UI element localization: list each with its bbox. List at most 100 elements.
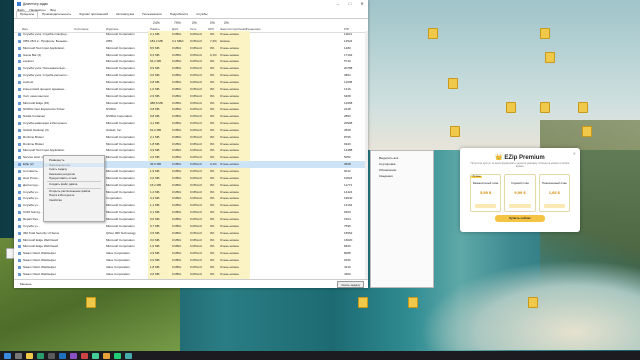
- plan-yearly[interactable]: Годовой план 9,99 $: [504, 174, 536, 212]
- process-icon: [18, 94, 21, 98]
- context-menu-item[interactable]: Создать файл дампа: [44, 182, 104, 187]
- process-icon: [18, 108, 21, 112]
- desktop-folder-icon[interactable]: [448, 78, 458, 89]
- process-row[interactable]: Steam Client WebHelper Valve Corporation 2…: [14, 271, 368, 278]
- tab-app-history[interactable]: Журнал приложений: [75, 11, 112, 18]
- buy-now-button[interactable]: Купить сейчас: [495, 215, 545, 222]
- process-icon: [18, 259, 21, 263]
- plan-name: Пожизненный план: [541, 181, 567, 185]
- context-menu-item[interactable]: Свойства: [44, 198, 104, 203]
- plan-bar: [543, 204, 565, 208]
- scrollbar[interactable]: [365, 31, 368, 279]
- process-mem: 2,6 МБ: [150, 271, 160, 276]
- plan-price: 1,69 $: [548, 190, 560, 195]
- task-manager-window: Диспетчер задач – □ ✕ Файл Параметры Вид…: [14, 0, 368, 288]
- app-icon[interactable]: [114, 352, 121, 359]
- gpu-pct: 0%: [210, 21, 215, 25]
- process-icon: [18, 231, 21, 235]
- ezip-premium-dialog: ✕ 👑 EZip Premium Получите доступ ко всем…: [460, 148, 580, 232]
- steam-icon[interactable]: [59, 352, 66, 359]
- desktop-folder-icon[interactable]: [540, 102, 550, 113]
- ezip-subtitle: Получите доступ ко всем функциям и удали…: [470, 162, 570, 168]
- process-icon: [18, 101, 21, 105]
- desktop-folder-icon[interactable]: [86, 297, 96, 308]
- process-icon: [18, 156, 21, 160]
- ezip-title: 👑 EZip Premium: [495, 155, 545, 161]
- desktop-folder-icon[interactable]: [506, 102, 516, 113]
- tab-startup[interactable]: Автозагрузка: [112, 11, 138, 18]
- best-badge: Лучшее: [471, 176, 483, 178]
- process-gpu: 0%: [210, 271, 215, 276]
- side-popup: Выделить всё Сортировка Обновление Сведе…: [370, 150, 434, 288]
- process-icon: [18, 176, 21, 180]
- plan-lifetime[interactable]: Пожизненный план 1,69 $: [538, 174, 570, 212]
- app-icon[interactable]: [103, 352, 110, 359]
- desktop-folder-icon[interactable]: [428, 28, 438, 39]
- tab-processes[interactable]: Процессы: [16, 11, 39, 18]
- process-icon: [18, 265, 21, 269]
- search-icon[interactable]: [15, 352, 22, 359]
- plan-price: 9,99 $: [514, 190, 526, 195]
- process-icon: [18, 128, 21, 132]
- process-power: Очень низкое: [220, 271, 240, 276]
- plan-bar: [509, 204, 531, 208]
- desktop-folder-icon[interactable]: [540, 28, 550, 39]
- app-icon[interactable]: [81, 352, 88, 359]
- context-menu-item[interactable]: Предоставить отзыв: [44, 176, 104, 181]
- process-icon: [18, 67, 21, 71]
- end-task-button[interactable]: Снять задачу: [337, 281, 364, 288]
- task-manager-taskbar-icon[interactable]: [125, 352, 132, 359]
- title-bar[interactable]: Диспетчер задач – □ ✕: [14, 0, 368, 7]
- minimize-button[interactable]: –: [332, 1, 344, 6]
- process-publisher: Valve Corporation: [106, 271, 130, 276]
- process-icon: [18, 135, 21, 139]
- explorer-icon[interactable]: [26, 352, 33, 359]
- process-icon: [18, 46, 21, 50]
- desktop-folder-icon[interactable]: [450, 126, 460, 137]
- task-manager-icon: [17, 1, 21, 6]
- start-icon[interactable]: [4, 352, 11, 359]
- process-icon: [18, 252, 21, 256]
- tab-users[interactable]: Пользователи: [138, 11, 166, 18]
- process-icon: [18, 149, 21, 153]
- memory-pct: 24%: [153, 21, 160, 25]
- close-button[interactable]: ✕: [356, 1, 368, 6]
- context-menu: Развернуть Переключиться Снять задачу Значе…: [43, 155, 105, 222]
- desktop-folder-icon[interactable]: [578, 102, 588, 113]
- plan-monthly[interactable]: Ежемесячный план 5,99 $: [470, 174, 502, 212]
- popup-item-info[interactable]: Сведения: [371, 173, 433, 179]
- plan-name: Ежемесячный план: [473, 181, 499, 185]
- obs-icon[interactable]: [48, 352, 55, 359]
- process-pid: 4300: [344, 271, 351, 276]
- process-icon: [18, 183, 21, 187]
- process-icon: [18, 217, 21, 221]
- desktop-folder-icon[interactable]: [545, 52, 555, 63]
- process-icon: [18, 74, 21, 78]
- app-icon[interactable]: [92, 352, 99, 359]
- process-icon: [18, 80, 21, 84]
- network-pct: 0%: [192, 21, 197, 25]
- process-icon: [18, 197, 21, 201]
- tab-details[interactable]: Подробности: [166, 11, 192, 18]
- process-name: Steam Client WebHelper: [23, 271, 56, 276]
- desktop-folder-icon[interactable]: [528, 297, 538, 308]
- desktop-folder-icon[interactable]: [358, 297, 368, 308]
- edge-icon[interactable]: [37, 352, 44, 359]
- process-disk: 0 МБ/с: [172, 271, 182, 276]
- taskbar: [0, 351, 640, 360]
- desktop-folder-icon[interactable]: [408, 297, 418, 308]
- process-icon: [18, 39, 21, 43]
- maximize-button[interactable]: □: [344, 1, 356, 6]
- tab-performance[interactable]: Производительность: [38, 11, 75, 18]
- plan-price: 5,99 $: [480, 190, 492, 195]
- plan-list: Ежемесячный план 5,99 $ Годовой план 9,9…: [470, 174, 570, 212]
- process-icon: [18, 163, 21, 167]
- tab-services[interactable]: Службы: [192, 11, 211, 18]
- process-icon: [18, 87, 21, 91]
- process-icon: [18, 272, 21, 276]
- process-net: 0 Мбит/с: [190, 271, 203, 276]
- desktop-folder-icon[interactable]: [582, 126, 592, 137]
- app-icon[interactable]: [70, 352, 77, 359]
- fewer-details-link[interactable]: Меньше: [20, 282, 32, 286]
- process-icon: [18, 190, 21, 194]
